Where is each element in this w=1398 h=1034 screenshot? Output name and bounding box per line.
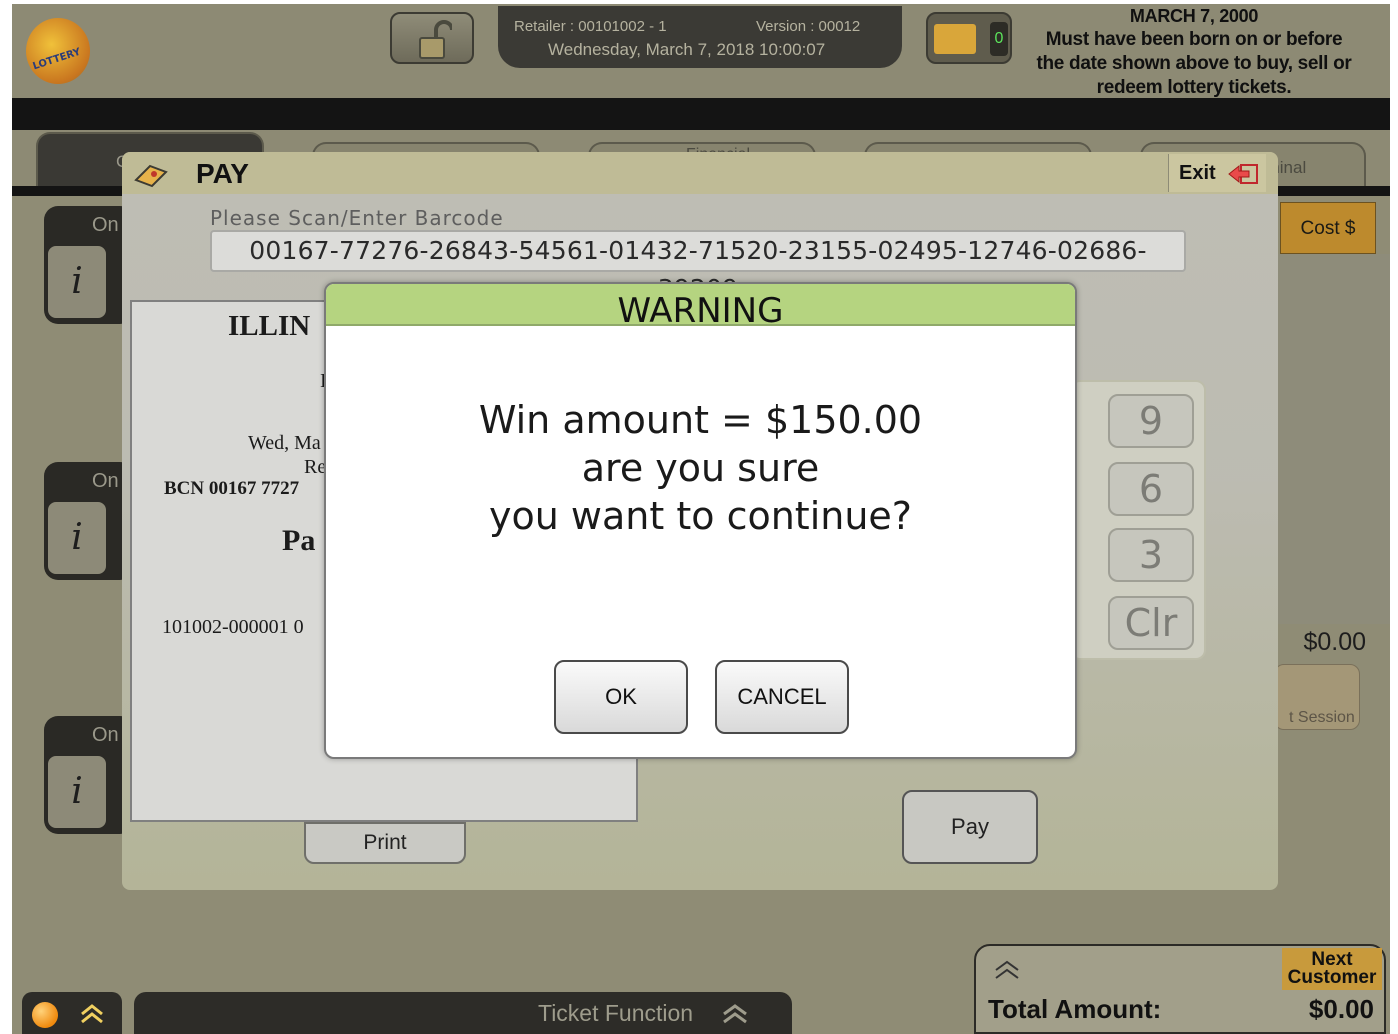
age-notice-text: Must have been born on or before the dat… — [1036, 29, 1352, 98]
end-session-label: t Session — [1289, 709, 1355, 726]
key-3[interactable]: 3 — [1108, 528, 1194, 582]
exit-button[interactable]: Exit — [1168, 154, 1266, 192]
pay-dialog-title: PAY — [196, 158, 249, 189]
pay-dialog-header: PAY Exit — [122, 152, 1278, 194]
messages-button[interactable]: 0 — [926, 12, 1012, 64]
envelope-icon — [934, 24, 976, 54]
version-label: Version : 00012 — [756, 18, 861, 35]
info-button[interactable]: i — [46, 754, 108, 830]
side-panel-2: On i — [44, 462, 134, 580]
ticket-function-bar[interactable]: Ticket Function — [134, 992, 792, 1034]
pay-button[interactable]: Pay — [902, 790, 1038, 864]
receipt-line: BCN 00167 7727 — [164, 478, 300, 499]
warning-dialog: WARNING Win amount = $150.00 are you sur… — [324, 282, 1077, 759]
key-9[interactable]: 9 — [1108, 394, 1194, 448]
receipt-line: Re — [304, 456, 327, 478]
padlock-icon — [419, 20, 452, 59]
ok-button[interactable]: OK — [554, 660, 688, 734]
message-count: 0 — [990, 22, 1008, 56]
side-panel-header: On — [92, 724, 119, 746]
warning-line: Win amount = $150.00 — [478, 398, 923, 442]
cart-panel — [1276, 254, 1390, 624]
info-button[interactable]: i — [46, 244, 108, 320]
info-button[interactable]: i — [46, 500, 108, 576]
warning-line: are you sure — [581, 446, 820, 490]
exit-arrow-icon — [1228, 164, 1258, 184]
retailer-id: Retailer : 00101002 - 1 — [514, 18, 667, 35]
status-panel[interactable] — [22, 992, 122, 1034]
age-date: MARCH 7, 2000 — [1129, 6, 1259, 26]
side-panel-header: On — [92, 470, 119, 492]
end-session-button[interactable]: t Session — [1274, 664, 1360, 730]
ticket-pay-icon — [134, 164, 168, 188]
cart-amount: $0.00 — [1303, 628, 1366, 656]
side-panel-1: On i — [44, 206, 134, 324]
top-bar: LOTTERY Retailer : 00101002 - 1 Version … — [12, 4, 1390, 98]
ticket-function-label: Ticket Function — [538, 1000, 694, 1026]
chevron-up-icon — [723, 1004, 747, 1024]
chevron-up-icon — [81, 1004, 103, 1024]
unlock-button[interactable] — [390, 12, 474, 64]
chevron-up-icon[interactable] — [992, 958, 1022, 982]
receipt-line: Pa — [282, 524, 316, 557]
barcode-input[interactable]: 00167-77276-26843-54561-01432-71520-2315… — [210, 230, 1186, 303]
logo-text: LOTTERY — [31, 46, 83, 73]
receipt-line: Wed, Ma — [248, 432, 321, 454]
warning-line: you want to continue? — [489, 494, 912, 538]
key-6[interactable]: 6 — [1108, 462, 1194, 516]
receipt-line: 101002-000001 0 — [162, 616, 304, 638]
warning-title: WARNING — [326, 284, 1075, 326]
scan-label: Please Scan/Enter Barcode — [210, 206, 504, 230]
divider-band — [12, 98, 1390, 130]
side-panel-3: On i — [44, 716, 134, 834]
exit-label: Exit — [1179, 162, 1216, 184]
lottery-logo: LOTTERY — [26, 18, 90, 84]
total-amount-value: $0.00 — [1308, 994, 1374, 1024]
total-panel: Next Customer Total Amount: $0.00 — [974, 944, 1386, 1034]
print-button[interactable]: Print — [304, 822, 466, 864]
warning-message: Win amount = $150.00 are you sure you wa… — [326, 396, 1075, 540]
receipt-line: ILLIN — [228, 310, 311, 342]
next-customer-button[interactable]: Next Customer — [1282, 948, 1382, 990]
side-panel-header: On — [92, 214, 119, 236]
key-clear[interactable]: Clr — [1108, 596, 1194, 650]
cost-header: Cost $ — [1280, 202, 1376, 254]
total-amount-label: Total Amount: — [988, 994, 1162, 1024]
status-orb-icon — [32, 1002, 58, 1028]
retailer-info-panel: Retailer : 00101002 - 1 Version : 00012 … — [498, 6, 902, 68]
keypad: 9 6 3 Clr — [1070, 380, 1206, 660]
cancel-button[interactable]: CANCEL — [715, 660, 849, 734]
datetime-label: Wednesday, March 7, 2018 10:00:07 — [548, 40, 826, 59]
age-notice: MARCH 7, 2000 Must have been born on or … — [1032, 4, 1356, 100]
